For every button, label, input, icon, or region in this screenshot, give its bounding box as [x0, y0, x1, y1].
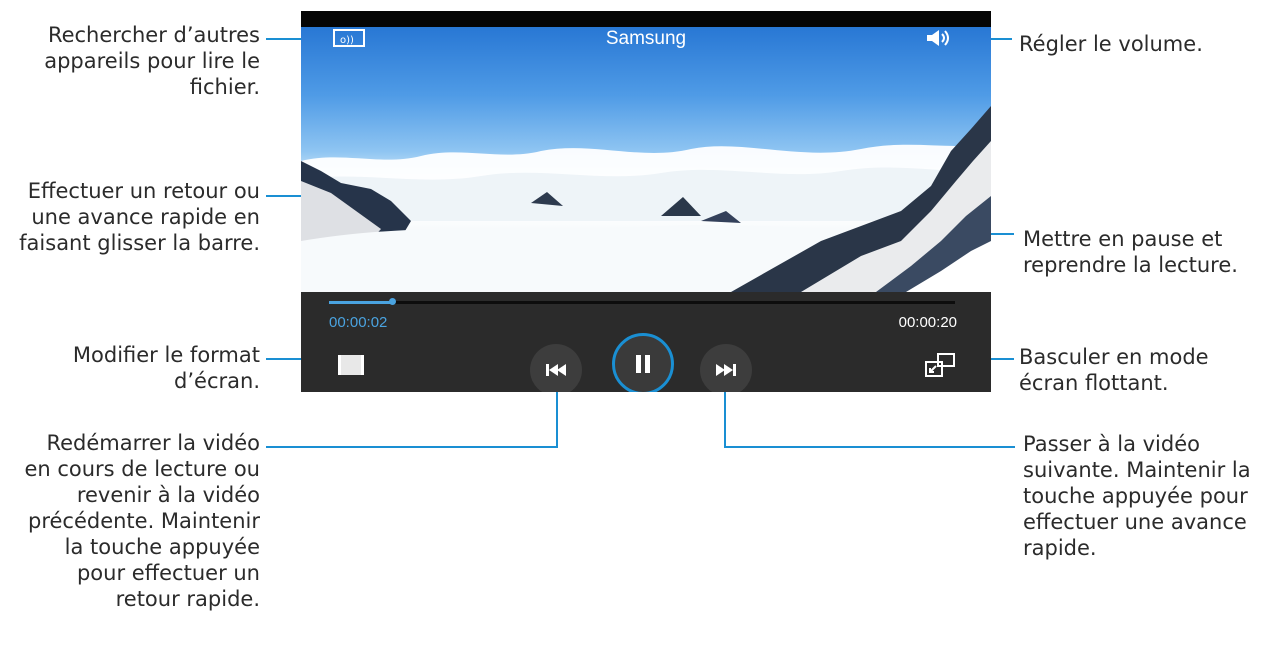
current-time: 00:00:02	[329, 314, 388, 331]
volume-icon[interactable]	[919, 25, 959, 51]
callout-volume: Régler le volume.	[1019, 32, 1203, 56]
previous-button[interactable]	[530, 344, 582, 392]
callout-popup: Basculer en mode écran flottant.	[1019, 345, 1209, 395]
fast-forward-icon	[716, 364, 736, 376]
video-player[interactable]: Samsung o)) 00:00:02 00:00:20	[301, 11, 991, 392]
control-bar: 00:00:02 00:00:20	[301, 292, 991, 392]
callout-search-devices: Rechercher d’autres appareils pour lire …	[44, 23, 260, 99]
total-time: 00:00:20	[898, 314, 957, 331]
callout-line-restart-h	[266, 446, 558, 448]
callout-restart: Redémarrer la vidéo en cours de lecture …	[24, 431, 260, 611]
popup-window-icon	[925, 353, 955, 377]
callout-scrub: Effectuer un retour ou une avance rapide…	[19, 179, 260, 255]
pause-button[interactable]	[612, 333, 674, 392]
callout-pause: Mettre en pause et reprendre la lecture.	[1023, 227, 1238, 277]
svg-text:o)): o))	[340, 35, 354, 46]
rewind-icon	[546, 364, 566, 376]
seek-thumb[interactable]	[388, 298, 396, 305]
pause-icon	[636, 355, 650, 373]
callout-aspect: Modifier le format d’écran.	[72, 343, 260, 393]
aspect-ratio-button[interactable]	[333, 350, 369, 380]
seek-bar[interactable]	[329, 298, 955, 305]
next-button[interactable]	[700, 344, 752, 392]
callout-line-next-h	[725, 446, 1015, 448]
video-frame[interactable]: Samsung o))	[301, 11, 991, 292]
screen-mirroring-icon[interactable]: o))	[329, 27, 369, 49]
callout-next: Passer à la vidéo suivante. Maintenir la…	[1023, 432, 1251, 560]
video-title: Samsung	[605, 28, 687, 49]
aspect-ratio-icon	[338, 355, 364, 375]
seek-bar-progress	[329, 301, 392, 304]
status-bar	[301, 11, 991, 27]
popup-button[interactable]	[921, 350, 963, 380]
